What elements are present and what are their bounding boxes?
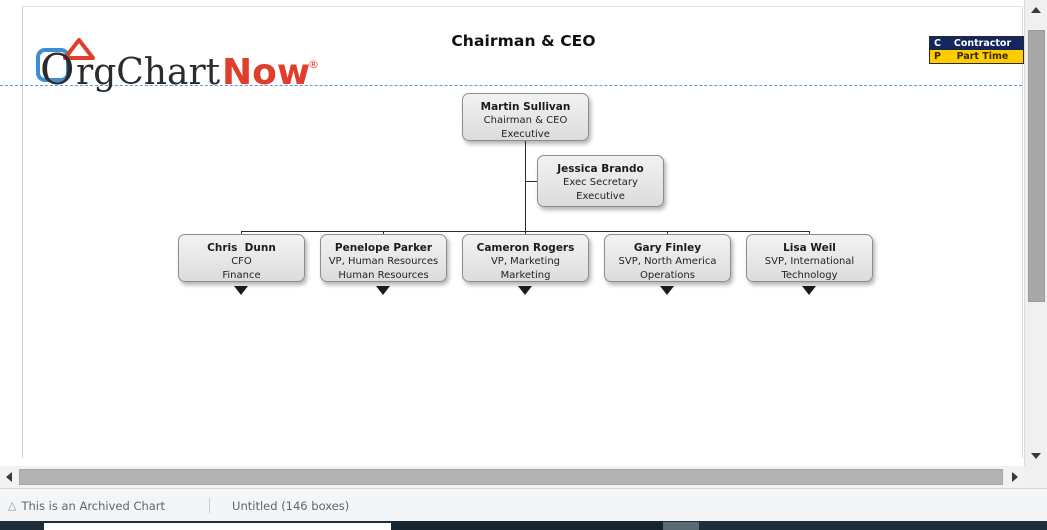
svg-text:Now: Now (222, 52, 310, 92)
chart-name-status: Untitled (146 boxes) (232, 499, 349, 513)
node-department: Human Resources (338, 269, 429, 281)
chevron-down-icon (1031, 453, 1041, 459)
scroll-up-button[interactable] (1025, 0, 1047, 20)
vertical-scrollbar-thumb[interactable] (1028, 30, 1045, 302)
node-name: Lisa Weil (783, 242, 836, 254)
taskbar-window-item[interactable] (44, 523, 391, 530)
node-name: Martin Sullivan (480, 101, 571, 113)
node-department: Technology (781, 269, 838, 281)
chevron-left-icon (6, 472, 12, 482)
org-node-martin-sullivan[interactable]: Martin Sullivan Chairman & CEO Executive (462, 93, 589, 141)
node-department: Marketing (500, 269, 551, 281)
svg-text:O: O (40, 45, 74, 92)
horizontal-scrollbar-thumb[interactable] (19, 469, 1003, 485)
expand-toggle-chris-dunn[interactable] (234, 286, 248, 295)
expand-toggle-gary-finley[interactable] (660, 286, 674, 295)
scrollbar-corner (1024, 466, 1047, 488)
horizontal-scrollbar[interactable] (0, 466, 1024, 488)
chevron-up-icon (1031, 7, 1041, 13)
node-name: Cameron Rogers (476, 242, 575, 254)
node-title: SVP, International (764, 256, 855, 267)
org-node-penelope-parker[interactable]: Penelope Parker VP, Human Resources Huma… (320, 234, 447, 282)
svg-text:rgChart: rgChart (76, 52, 221, 92)
node-title: VP, Human Resources (328, 256, 439, 267)
org-node-chris-dunn[interactable]: Chris Dunn CFO Finance (178, 234, 305, 282)
orgchart-now-logo: O rgChart Now ® (32, 36, 322, 92)
archived-chart-label: This is an Archived Chart (21, 498, 166, 513)
status-bar-divider (209, 498, 211, 513)
expand-toggle-penelope-parker[interactable] (376, 286, 390, 295)
chart-viewport[interactable]: Chairman & CEO O rgChart Now ® C Contrac… (0, 0, 1024, 466)
vertical-scrollbar[interactable] (1024, 0, 1047, 466)
node-name: Gary Finley (633, 242, 702, 254)
node-title: CFO (231, 256, 252, 267)
node-name: Chris Dunn (207, 242, 276, 254)
org-node-cameron-rogers[interactable]: Cameron Rogers VP, Marketing Marketing (462, 234, 589, 282)
scroll-right-button[interactable] (1006, 466, 1024, 488)
node-title: SVP, North America (618, 256, 717, 267)
expand-toggle-lisa-weil[interactable] (802, 286, 816, 295)
taskbar-middle-region[interactable] (391, 521, 663, 530)
taskbar-tile-item[interactable] (663, 522, 699, 530)
node-name: Jessica Brando (557, 163, 644, 175)
legend-code-contractor: C (934, 38, 941, 49)
legend-label-contractor: Contractor (953, 38, 1012, 49)
connector-root-trunk (525, 141, 526, 231)
legend-row-contractor: C Contractor (930, 37, 1023, 50)
os-taskbar[interactable] (0, 521, 1047, 530)
chart-name-label: Untitled (146 boxes) (232, 498, 350, 513)
scroll-left-button[interactable] (0, 466, 18, 488)
org-node-gary-finley[interactable]: Gary Finley SVP, North America Operation… (604, 234, 731, 282)
scroll-down-button[interactable] (1025, 446, 1047, 466)
status-bar: △ This is an Archived Chart Untitled (14… (0, 488, 1047, 522)
node-department: Operations (640, 269, 695, 281)
chevron-right-icon (1012, 472, 1018, 482)
expand-toggle-cameron-rogers[interactable] (518, 286, 532, 295)
legend-code-part-time: P (934, 51, 941, 62)
node-title: Chairman & CEO (483, 115, 568, 126)
node-title: VP, Marketing (490, 256, 561, 267)
node-department: Executive (501, 128, 550, 140)
node-department: Finance (222, 269, 261, 281)
orgchart-application: Chairman & CEO O rgChart Now ® C Contrac… (0, 0, 1047, 530)
org-node-lisa-weil[interactable]: Lisa Weil SVP, International Technology (746, 234, 873, 282)
node-name: Penelope Parker (334, 242, 433, 254)
legend-label-part-time: Part Time (956, 51, 1009, 62)
archived-chart-status: △ This is an Archived Chart (0, 499, 165, 513)
node-title: Exec Secretary (563, 177, 638, 188)
legend-row-part-time: P Part Time (930, 50, 1023, 63)
warning-triangle-icon: △ (8, 499, 17, 512)
org-node-jessica-brando[interactable]: Jessica Brando Exec Secretary Executive (537, 155, 664, 207)
svg-text:®: ® (308, 58, 319, 71)
legend-box: C Contractor P Part Time (929, 36, 1024, 64)
node-department: Executive (576, 190, 625, 202)
